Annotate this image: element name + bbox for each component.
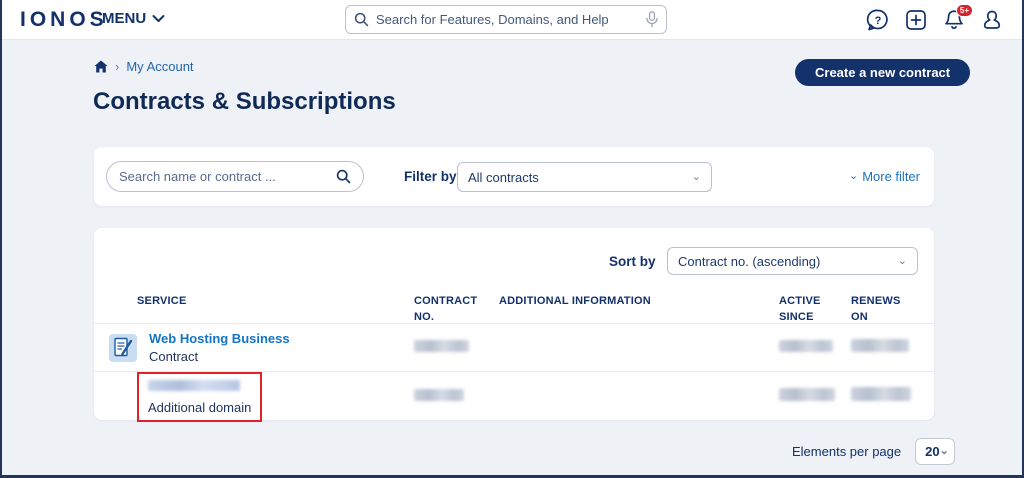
redacted-renews-on <box>851 339 909 352</box>
service-cell: Additional domain <box>109 372 414 422</box>
redacted-active-since <box>779 340 833 352</box>
chevron-down-icon: ⌄ <box>898 256 907 267</box>
breadcrumb-separator: › <box>115 59 119 74</box>
filter-by-label: Filter by <box>404 169 457 184</box>
filter-card: Filter by All contracts ⌄ ⌄ More filter <box>94 147 934 206</box>
chevron-down-icon: ⌄ <box>940 446 949 457</box>
menu-label: MENU <box>102 10 146 27</box>
contract-no-cell <box>414 339 499 357</box>
redacted-contract-no <box>414 389 464 401</box>
service-subtitle: Contract <box>149 348 290 366</box>
redacted-active-since <box>779 388 835 401</box>
contract-search-input[interactable] <box>119 169 328 184</box>
global-search[interactable] <box>345 5 667 34</box>
home-icon[interactable] <box>94 60 108 73</box>
page-size-value: 20 <box>925 444 939 459</box>
chevron-down-icon: ⌄ <box>849 171 858 182</box>
redacted-renews-on <box>851 387 911 401</box>
chevron-down-icon <box>152 14 165 23</box>
page-title: Contracts & Subscriptions <box>93 88 396 116</box>
contract-no-cell <box>414 388 499 406</box>
topbar-icon-group: ? 5+ <box>866 8 1004 32</box>
sort-select-value: Contract no. (ascending) <box>678 254 820 269</box>
notification-badge: 5+ <box>956 4 973 17</box>
highlight-box: Additional domain <box>137 372 262 422</box>
svg-text:?: ? <box>875 15 882 27</box>
breadcrumb-my-account[interactable]: My Account <box>126 59 193 74</box>
renews-on-cell <box>851 387 919 406</box>
notifications-icon[interactable]: 5+ <box>942 8 966 32</box>
page-size-select[interactable]: 20 ⌄ <box>915 438 955 465</box>
search-icon[interactable] <box>336 169 351 184</box>
table-row: Additional domain <box>94 371 934 419</box>
add-contract-icon[interactable] <box>904 8 928 32</box>
help-icon[interactable]: ? <box>866 8 890 32</box>
breadcrumb: › My Account <box>94 59 194 74</box>
renews-on-cell <box>851 339 919 357</box>
microphone-icon[interactable] <box>646 11 658 28</box>
more-filter-link[interactable]: ⌄ More filter <box>849 169 920 184</box>
service-name-block: Web Hosting Business Contract <box>149 330 290 365</box>
service-name-link[interactable]: Web Hosting Business <box>149 330 290 348</box>
table-row: Web Hosting Business Contract <box>94 323 934 371</box>
active-since-cell <box>779 339 851 357</box>
redacted-service-name[interactable] <box>148 380 240 391</box>
sort-select[interactable]: Contract no. (ascending) ⌄ <box>667 247 918 275</box>
ionos-logo[interactable]: IONOS <box>20 8 108 32</box>
contract-type-select[interactable]: All contracts ⌄ <box>457 162 712 192</box>
contract-icon <box>109 334 137 362</box>
global-search-input[interactable] <box>376 12 639 27</box>
user-account-icon[interactable] <box>980 8 1004 32</box>
menu-button[interactable]: MENU <box>102 10 165 27</box>
create-contract-button[interactable]: Create a new contract <box>795 59 970 86</box>
sort-by-label: Sort by <box>609 254 656 269</box>
ionos-control-panel: IONOS MENU ? 5+ <box>0 0 1024 478</box>
pagination: Elements per page 20 ⌄ <box>792 438 955 465</box>
contract-search[interactable] <box>106 161 364 192</box>
more-filter-label: More filter <box>862 169 920 184</box>
search-icon <box>354 12 369 27</box>
service-subtitle: Additional domain <box>148 399 251 417</box>
top-bar: IONOS MENU ? 5+ <box>2 0 1022 40</box>
elements-per-page-label: Elements per page <box>792 444 901 459</box>
service-cell: Web Hosting Business Contract <box>109 330 414 365</box>
contract-type-select-value: All contracts <box>468 170 539 185</box>
chevron-down-icon: ⌄ <box>692 172 701 183</box>
contracts-table-card: Sort by Contract no. (ascending) ⌄ SERVI… <box>94 228 934 420</box>
active-since-cell <box>779 388 851 406</box>
redacted-contract-no <box>414 340 469 352</box>
